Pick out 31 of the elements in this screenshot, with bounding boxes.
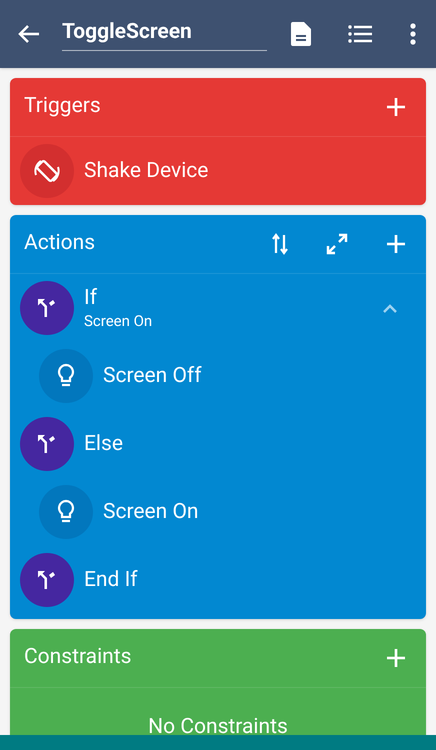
- list-icon[interactable]: [348, 24, 372, 44]
- back-icon[interactable]: [18, 24, 40, 44]
- condition-item[interactable]: Else: [10, 410, 426, 478]
- fork-icon: [20, 281, 74, 335]
- item-label: Screen Off: [103, 363, 203, 389]
- empty-message: No Constraints: [148, 714, 288, 741]
- condition-item[interactable]: End If: [10, 546, 426, 614]
- section-title: Actions: [24, 230, 96, 258]
- item-label: Else: [84, 431, 124, 457]
- item-label: If: [84, 285, 98, 311]
- add-icon[interactable]: [386, 97, 406, 117]
- document-icon[interactable]: [291, 22, 311, 46]
- add-icon[interactable]: [386, 648, 406, 668]
- fork-icon: [20, 553, 74, 607]
- add-icon[interactable]: [386, 234, 406, 254]
- section-title: Constraints: [24, 644, 132, 672]
- chevron-icon[interactable]: [382, 303, 398, 313]
- sort-icon[interactable]: [272, 233, 288, 255]
- section-title: Triggers: [24, 93, 102, 120]
- more-icon[interactable]: [410, 23, 416, 45]
- action-item[interactable]: Screen On: [10, 478, 426, 546]
- item-subtitle: Screen On: [84, 311, 154, 331]
- fork-icon: [20, 417, 74, 471]
- item-label: Shake Device: [84, 158, 210, 184]
- action-item[interactable]: Screen Off: [10, 342, 426, 410]
- item-label: Screen On: [103, 499, 200, 525]
- trigger-item[interactable]: Shake Device: [10, 137, 426, 205]
- macro-name-field[interactable]: ToggleScreen: [62, 17, 267, 51]
- item-label: End If: [84, 567, 139, 593]
- condition-item[interactable]: If Screen On: [10, 274, 426, 342]
- expand-icon[interactable]: [326, 233, 348, 255]
